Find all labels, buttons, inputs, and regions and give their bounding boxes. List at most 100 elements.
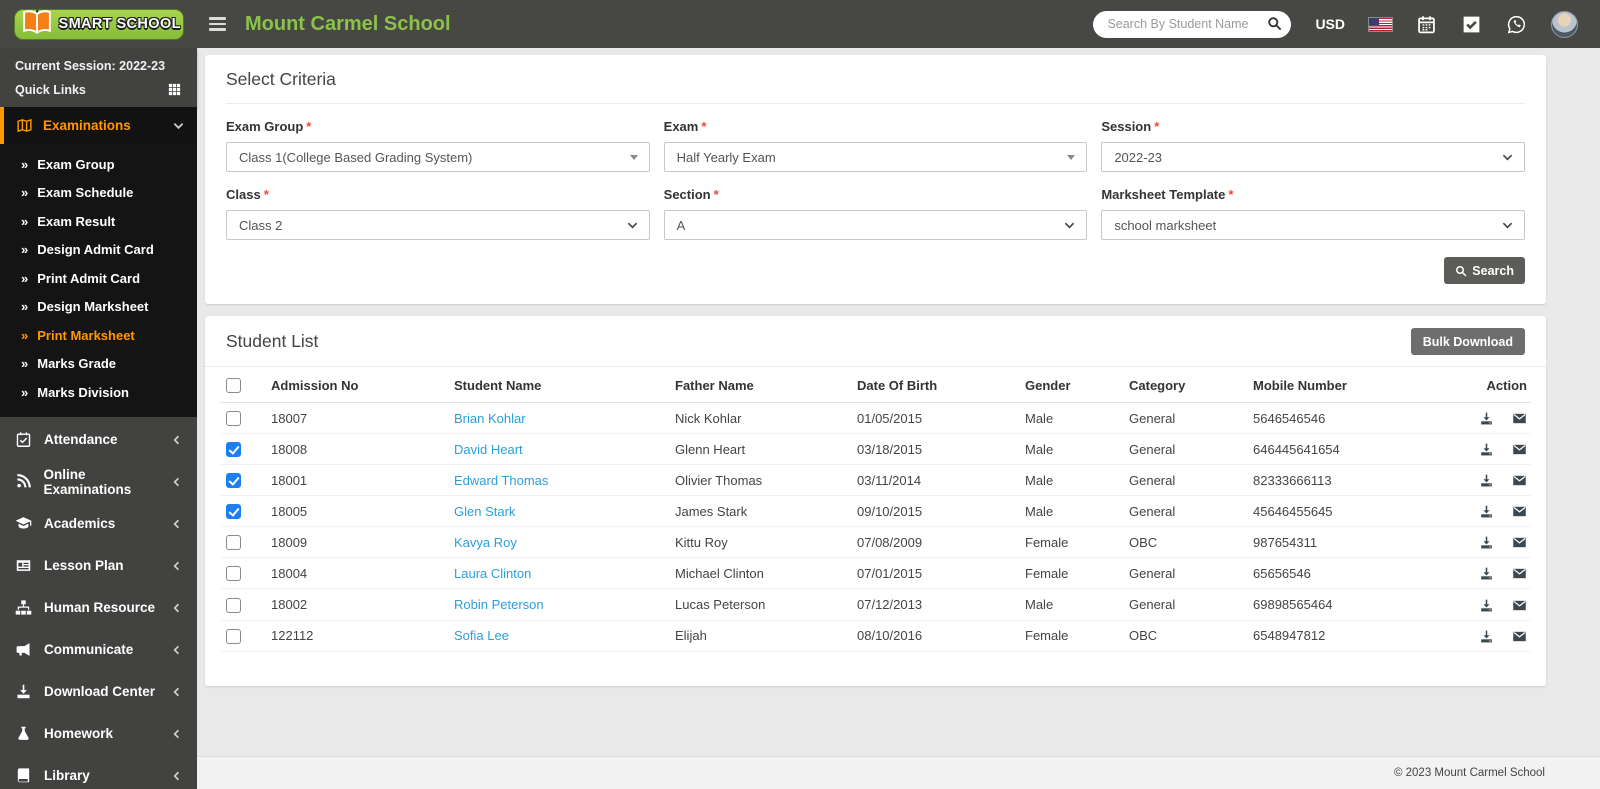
exam-select[interactable]: Half Yearly Exam: [663, 142, 1088, 172]
sidebar-menu-item[interactable]: Online Examinations: [0, 461, 197, 503]
table-row: 122112 Sofia Lee Elijah 08/10/2016 Femal…: [220, 620, 1531, 652]
menu-item-label: Homework: [44, 726, 114, 741]
chevron-down-icon: [1502, 220, 1513, 231]
chevron-left-icon: [173, 645, 183, 655]
calendar-icon[interactable]: [1416, 14, 1437, 35]
user-avatar[interactable]: [1551, 10, 1578, 38]
sidebar-menu-item[interactable]: Homework: [0, 713, 197, 755]
app-logo[interactable]: SMART SCHOOL: [0, 0, 197, 48]
sidebar-menu-item[interactable]: Human Resource: [0, 587, 197, 629]
required-asterisk: *: [701, 119, 707, 134]
email-envelope-icon[interactable]: [1512, 473, 1527, 488]
row-checkbox[interactable]: [226, 442, 241, 458]
sidebar-menu-item[interactable]: Library: [0, 755, 197, 789]
double-chevron-icon: »: [21, 299, 29, 315]
admission-no-cell: 18005: [265, 495, 448, 528]
category-cell: OBC: [1123, 620, 1247, 652]
download-marksheet-icon[interactable]: [1479, 411, 1494, 426]
download-marksheet-icon[interactable]: [1479, 442, 1494, 457]
section-select[interactable]: A: [663, 210, 1088, 240]
student-name-link[interactable]: Sofia Lee: [454, 628, 509, 643]
task-check-square-icon[interactable]: [1461, 14, 1482, 35]
dob-cell: 08/10/2016: [851, 620, 1019, 652]
marksheet-template-select[interactable]: school marksheet: [1101, 210, 1525, 240]
row-checkbox[interactable]: [226, 628, 241, 644]
row-checkbox[interactable]: [226, 411, 241, 427]
gender-cell: Male: [1019, 433, 1123, 466]
search-button[interactable]: Search: [1444, 257, 1525, 284]
mobile-cell: 69898565464: [1247, 588, 1453, 621]
student-name-link[interactable]: Brian Kohlar: [454, 411, 526, 426]
section-label: Examinations: [43, 118, 131, 133]
submenu-item[interactable]: » Exam Group: [0, 150, 197, 179]
email-envelope-icon[interactable]: [1512, 442, 1527, 457]
chevron-left-icon: [173, 435, 183, 445]
submenu-item-label: Design Marksheet: [37, 299, 149, 315]
sidebar-menu-item[interactable]: Lesson Plan: [0, 545, 197, 587]
submenu-item-label: Marks Division: [37, 384, 129, 400]
submenu-item[interactable]: » Exam Schedule: [0, 179, 197, 208]
sidebar-section-examinations[interactable]: Examinations: [0, 107, 197, 144]
student-name-link[interactable]: Kavya Roy: [454, 535, 517, 550]
dob-cell: 01/05/2015: [851, 402, 1019, 435]
search-submit-button[interactable]: [1264, 15, 1284, 35]
submenu-item[interactable]: » Marks Grade: [0, 350, 197, 379]
student-name-link[interactable]: Edward Thomas: [454, 473, 548, 488]
email-envelope-icon[interactable]: [1512, 598, 1527, 613]
col-dob: Date Of Birth: [851, 367, 1019, 404]
student-name-link[interactable]: Robin Peterson: [454, 597, 544, 612]
exam-group-select[interactable]: Class 1(College Based Grading System): [226, 142, 650, 172]
col-action: Action: [1453, 367, 1531, 404]
student-name-link[interactable]: Glen Stark: [454, 504, 515, 519]
row-checkbox[interactable]: [226, 473, 241, 489]
table-row: 18005 Glen Stark James Stark 09/10/2015 …: [220, 495, 1531, 528]
newspaper-icon: [15, 557, 32, 574]
download-marksheet-icon[interactable]: [1479, 629, 1494, 644]
session-select[interactable]: 2022-23: [1101, 142, 1525, 172]
download-marksheet-icon[interactable]: [1479, 473, 1494, 488]
sidebar-menu-item[interactable]: Download Center: [0, 671, 197, 713]
submenu-item[interactable]: » Print Admit Card: [0, 264, 197, 293]
father-name-cell: Kittu Roy: [669, 526, 851, 559]
student-name-link[interactable]: David Heart: [454, 442, 523, 457]
whatsapp-chat-icon[interactable]: [1506, 14, 1527, 35]
sidebar-menu-item[interactable]: Communicate: [0, 629, 197, 671]
download-marksheet-icon[interactable]: [1479, 504, 1494, 519]
field-section: Section * A: [663, 187, 1088, 240]
sidebar-menu-item[interactable]: Academics: [0, 503, 197, 545]
row-checkbox[interactable]: [226, 504, 241, 520]
examinations-submenu: » Exam Group » Exam Schedule » Exam Resu…: [0, 144, 197, 417]
download-marksheet-icon[interactable]: [1479, 535, 1494, 550]
email-envelope-icon[interactable]: [1512, 504, 1527, 519]
email-envelope-icon[interactable]: [1512, 411, 1527, 426]
download-marksheet-icon[interactable]: [1479, 566, 1494, 581]
student-list-card: Student List Bulk Download Admission No …: [205, 316, 1546, 686]
select-all-checkbox[interactable]: [226, 378, 241, 394]
submenu-item[interactable]: » Marks Division: [0, 378, 197, 407]
bulk-download-button[interactable]: Bulk Download: [1410, 328, 1525, 355]
email-envelope-icon[interactable]: [1512, 566, 1527, 581]
copyright-text: © 2023 Mount Carmel School: [1393, 767, 1545, 779]
row-checkbox[interactable]: [226, 535, 241, 551]
quick-links[interactable]: Quick Links: [15, 82, 182, 97]
submenu-item[interactable]: » Print Marksheet: [0, 321, 197, 350]
menu-item-label: Communicate: [44, 642, 134, 657]
grid-icon: [168, 83, 181, 96]
currency-selector[interactable]: USD: [1315, 16, 1345, 32]
search-input[interactable]: [1093, 10, 1292, 38]
row-checkbox[interactable]: [226, 597, 241, 613]
sidebar-menu-item[interactable]: Attendance: [0, 419, 197, 461]
chevron-down-icon: [1502, 152, 1513, 163]
student-name-link[interactable]: Laura Clinton: [454, 566, 531, 581]
submenu-item[interactable]: » Exam Result: [0, 207, 197, 236]
email-envelope-icon[interactable]: [1512, 629, 1527, 644]
category-cell: General: [1123, 402, 1247, 435]
row-checkbox[interactable]: [226, 566, 241, 582]
sidebar-toggle-hamburger-icon[interactable]: [209, 14, 229, 34]
email-envelope-icon[interactable]: [1512, 535, 1527, 550]
submenu-item[interactable]: » Design Admit Card: [0, 236, 197, 265]
submenu-item[interactable]: » Design Marksheet: [0, 293, 197, 322]
class-select[interactable]: Class 2: [226, 210, 650, 240]
download-marksheet-icon[interactable]: [1479, 598, 1494, 613]
language-flag-icon[interactable]: [1369, 17, 1392, 31]
